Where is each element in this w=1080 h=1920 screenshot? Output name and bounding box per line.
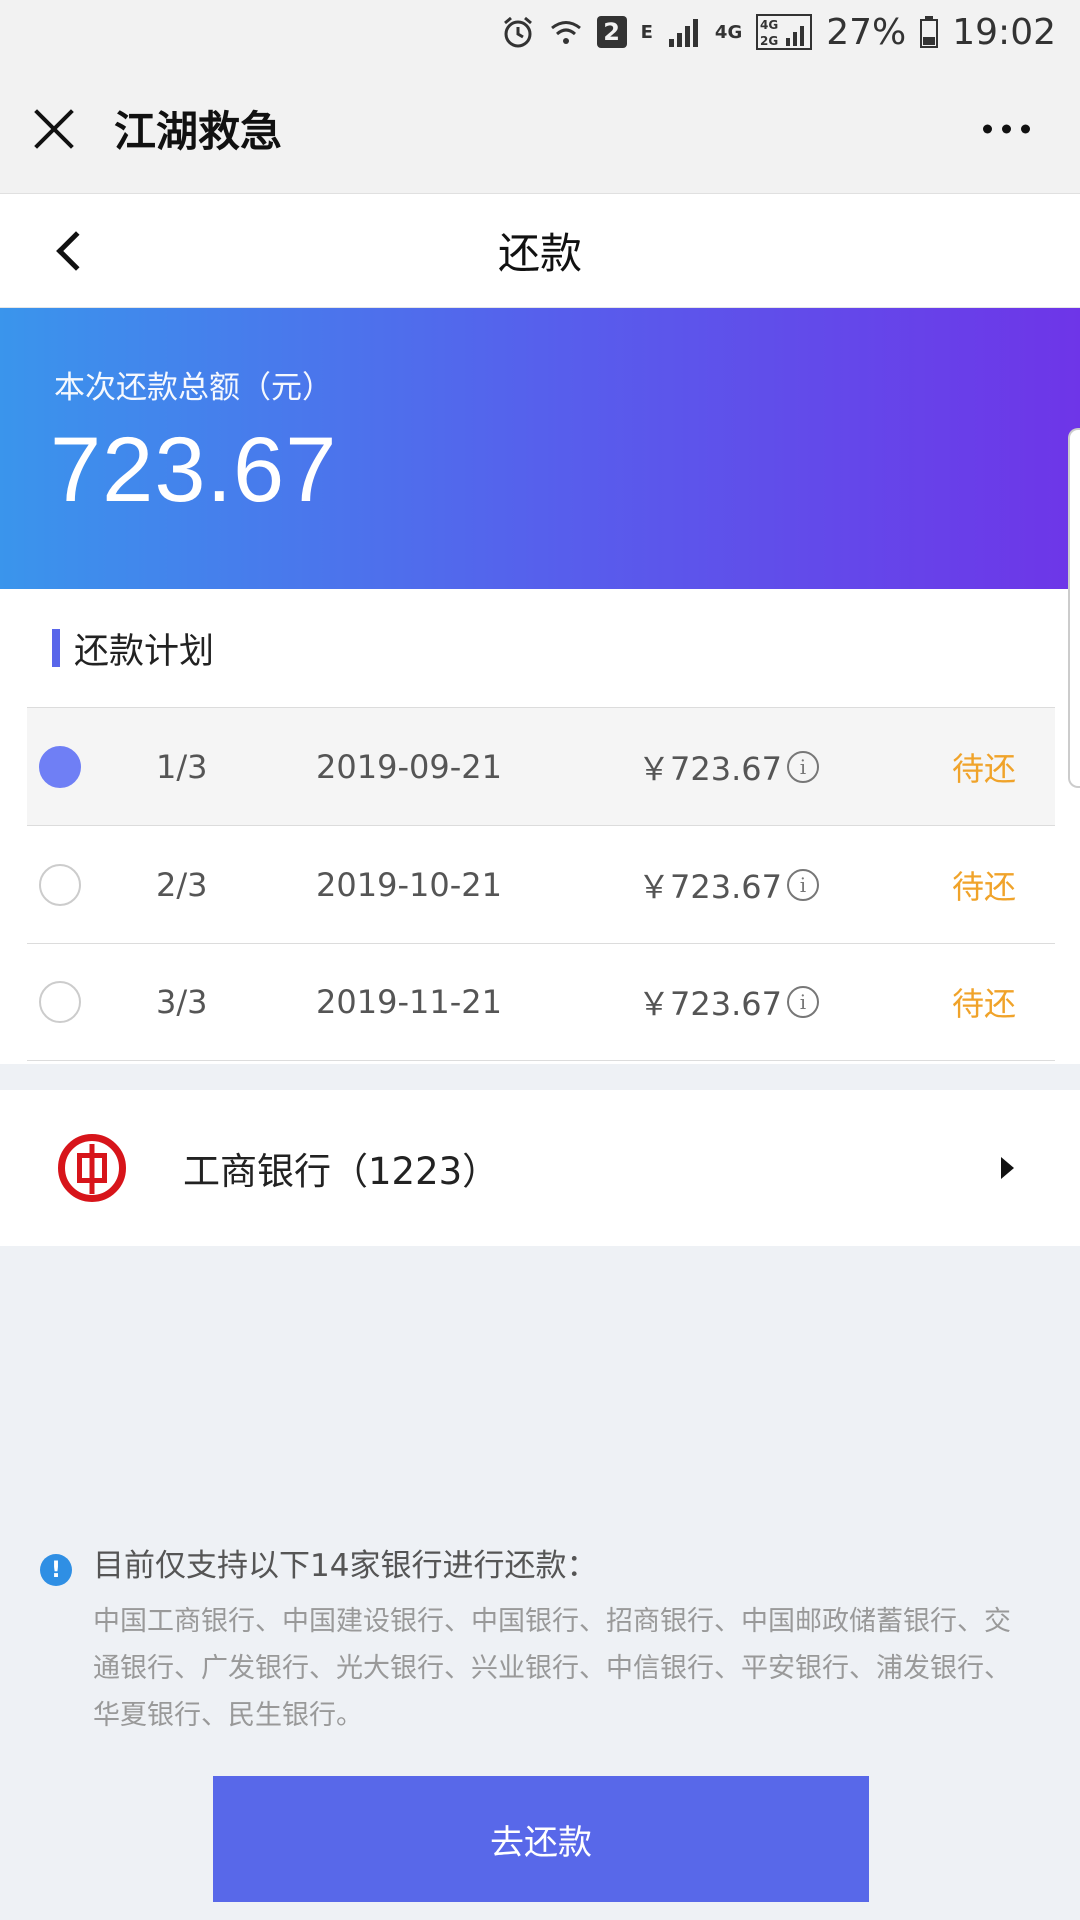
svg-text:2G: 2G bbox=[760, 34, 778, 48]
sim-badge: 2 bbox=[596, 16, 627, 48]
due-date: 2019-11-21 bbox=[316, 983, 502, 1021]
battery-icon bbox=[920, 16, 939, 48]
notice-title: 目前仅支持以下14家银行进行还款： bbox=[93, 1548, 598, 1584]
radio-button[interactable] bbox=[39, 745, 81, 788]
battery-percent: 27% bbox=[826, 11, 907, 53]
plan-header: 还款计划 bbox=[0, 589, 1080, 707]
info-icon[interactable]: i bbox=[787, 986, 819, 1018]
repayment-summary-banner: 本次还款总额（元） 723.67 bbox=[0, 308, 1080, 589]
plan-row-3[interactable]: 3/3 2019-11-21 ￥723.67 i 待还 bbox=[27, 943, 1055, 1061]
icbc-logo-icon bbox=[58, 1134, 126, 1202]
info-icon[interactable]: i bbox=[787, 868, 819, 901]
side-drawer-handle[interactable] bbox=[1068, 428, 1080, 788]
radio-button[interactable] bbox=[39, 863, 81, 906]
plan-title: 还款计划 bbox=[74, 631, 215, 672]
more-options-icon[interactable] bbox=[983, 124, 1030, 133]
info-icon[interactable]: i bbox=[787, 750, 819, 783]
plan-rows: 1/3 2019-09-21 ￥723.67 i 待还 2/3 2019-10-… bbox=[27, 707, 1055, 1061]
close-icon[interactable] bbox=[32, 107, 76, 151]
due-date: 2019-09-21 bbox=[316, 747, 502, 786]
due-date: 2019-10-21 bbox=[316, 865, 502, 904]
installment-period: 3/3 bbox=[156, 983, 208, 1021]
installment-amount: ￥723.67 bbox=[638, 985, 782, 1023]
mini-program-bar: 江湖救急 bbox=[0, 64, 1080, 194]
network-e-label: E bbox=[640, 21, 653, 43]
app-root: 2 E 4G 4G 2G 27% 19:02 江湖救急 还款 本次还款总额（元） … bbox=[0, 0, 1080, 1920]
dual-sim-signal-icon: 4G 2G bbox=[756, 14, 813, 50]
repayment-plan-section: 还款计划 1/3 2019-09-21 ￥723.67 i 待还 2/3 201… bbox=[0, 589, 1080, 1064]
bank-card-selector[interactable]: 工商银行（1223） bbox=[0, 1090, 1080, 1246]
alarm-icon bbox=[501, 15, 535, 49]
total-amount-value: 723.67 bbox=[50, 419, 338, 521]
installment-period: 2/3 bbox=[156, 865, 208, 904]
installment-period: 1/3 bbox=[156, 747, 208, 786]
svg-text:4G: 4G bbox=[760, 18, 778, 32]
clock-time: 19:02 bbox=[952, 11, 1056, 53]
network-4g-label: 4G bbox=[714, 21, 743, 43]
info-alert-icon: ! bbox=[40, 1554, 72, 1586]
section-accent-bar bbox=[52, 629, 60, 667]
plan-row-2[interactable]: 2/3 2019-10-21 ￥723.67 i 待还 bbox=[27, 825, 1055, 943]
signal-icon bbox=[667, 17, 701, 47]
mini-program-title: 江湖救急 bbox=[114, 107, 283, 156]
bank-card-name: 工商银行（1223） bbox=[183, 1150, 500, 1193]
total-amount-label: 本次还款总额（元） bbox=[54, 370, 333, 406]
plan-row-1[interactable]: 1/3 2019-09-21 ￥723.67 i 待还 bbox=[27, 707, 1055, 825]
wifi-icon bbox=[549, 15, 583, 49]
radio-button[interactable] bbox=[39, 981, 81, 1023]
supported-banks-list: 中国工商银行、中国建设银行、中国银行、招商银行、中国邮政储蓄银行、交通银行、广发… bbox=[93, 1606, 1011, 1731]
installment-status: 待还 bbox=[952, 985, 1017, 1023]
installment-amount: ￥723.67 bbox=[638, 867, 782, 906]
installment-amount: ￥723.67 bbox=[638, 749, 782, 788]
installment-status: 待还 bbox=[952, 867, 1017, 906]
installment-status: 待还 bbox=[952, 749, 1017, 788]
repay-button[interactable]: 去还款 bbox=[213, 1776, 869, 1902]
back-arrow-icon[interactable] bbox=[56, 230, 96, 271]
page-nav: 还款 bbox=[0, 194, 1080, 308]
status-bar: 2 E 4G 4G 2G 27% 19:02 bbox=[0, 0, 1080, 64]
page-title: 还款 bbox=[497, 229, 582, 278]
arrow-right-icon bbox=[1001, 1157, 1014, 1179]
